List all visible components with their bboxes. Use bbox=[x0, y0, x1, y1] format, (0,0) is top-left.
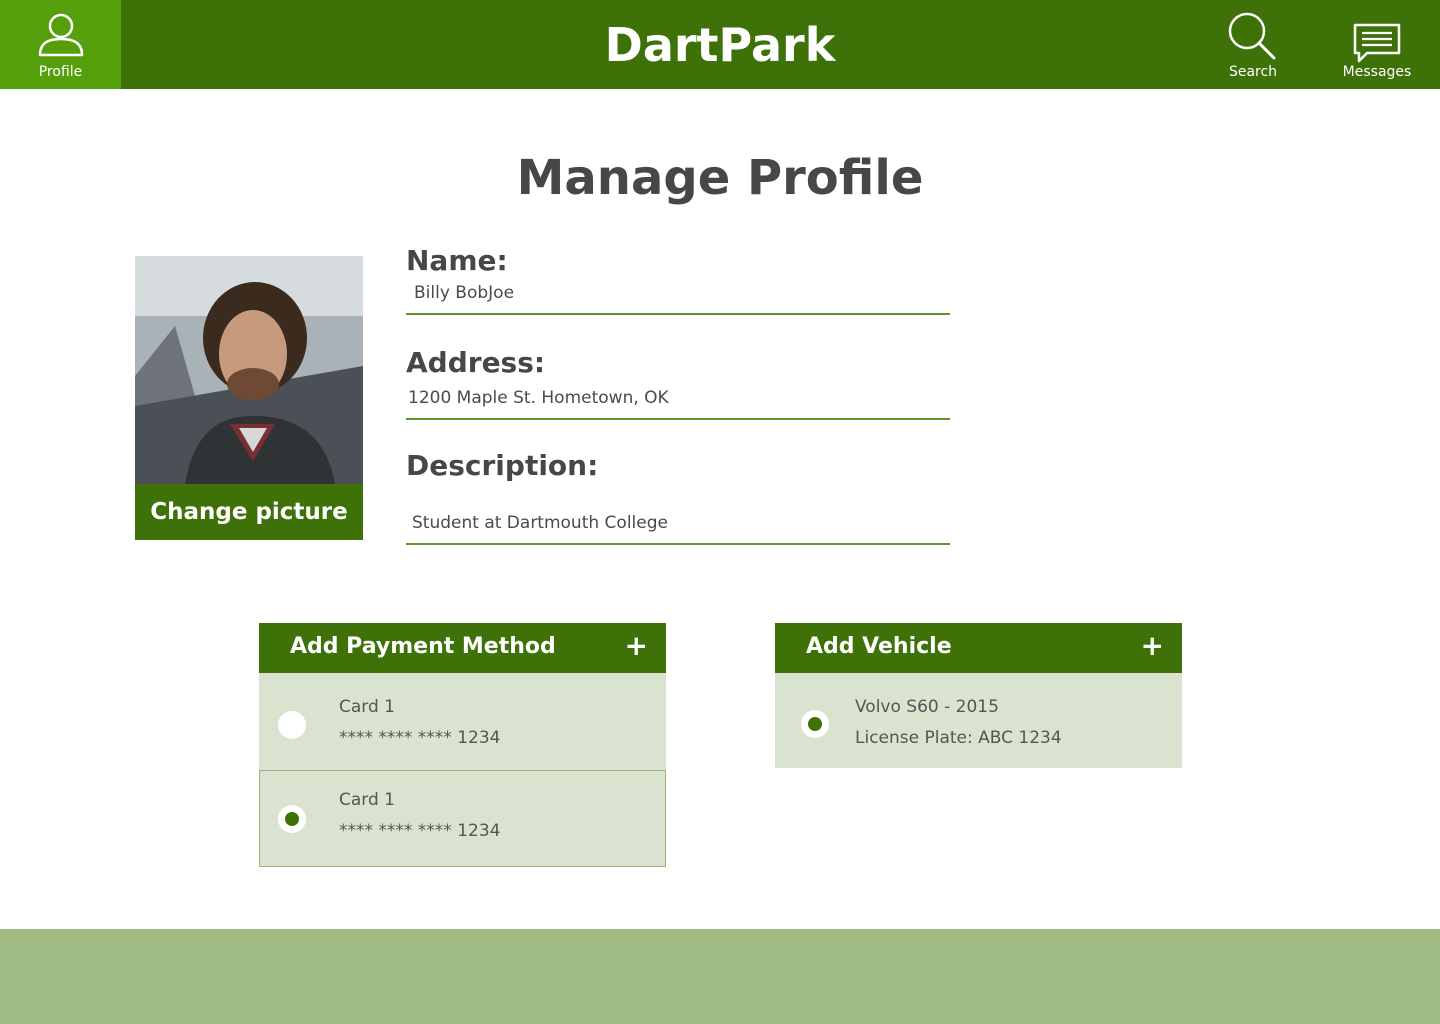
avatar-container: Change picture bbox=[135, 256, 363, 540]
address-label: Address: bbox=[406, 346, 546, 379]
vehicle-name: Volvo S60 - 2015 bbox=[855, 697, 999, 717]
name-field[interactable]: Billy BobJoe bbox=[406, 283, 950, 315]
payment-item[interactable]: Card 1 **** **** **** 1234 bbox=[259, 770, 666, 867]
payment-item[interactable]: Card 1 **** **** **** 1234 bbox=[259, 673, 666, 770]
search-icon bbox=[1228, 12, 1276, 60]
radio-dot bbox=[808, 717, 822, 731]
nav-search-button[interactable]: Search bbox=[1213, 0, 1293, 89]
name-value: Billy BobJoe bbox=[414, 283, 515, 303]
page: Profile DartPark Search Messages Manage … bbox=[0, 0, 1440, 1024]
description-field[interactable]: Student at Dartmouth College bbox=[406, 513, 950, 545]
change-picture-button[interactable]: Change picture bbox=[135, 484, 363, 540]
vehicle-header-title: Add Vehicle bbox=[806, 634, 952, 659]
add-vehicle-button[interactable]: Add Vehicle + bbox=[775, 623, 1182, 673]
payment-card-number: **** **** **** 1234 bbox=[339, 728, 501, 748]
payment-card-name: Card 1 bbox=[339, 697, 395, 717]
page-title: Manage Profile bbox=[516, 150, 924, 206]
address-value: 1200 Maple St. Hometown, OK bbox=[408, 388, 669, 408]
address-field[interactable]: 1200 Maple St. Hometown, OK bbox=[406, 388, 950, 420]
payment-header-title: Add Payment Method bbox=[290, 634, 556, 659]
add-payment-method-button[interactable]: Add Payment Method + bbox=[259, 623, 666, 673]
payment-card-number: **** **** **** 1234 bbox=[339, 821, 501, 841]
avatar-photo bbox=[135, 256, 363, 484]
nav-messages-label: Messages bbox=[1342, 64, 1412, 80]
vehicle-plus-icon: + bbox=[1140, 629, 1164, 662]
payment-radio-selected[interactable] bbox=[278, 805, 306, 833]
nav-messages-button[interactable]: Messages bbox=[1336, 0, 1418, 89]
payment-radio[interactable] bbox=[278, 711, 306, 739]
name-label: Name: bbox=[406, 244, 508, 277]
payment-card-name: Card 1 bbox=[339, 790, 395, 810]
vehicle-item[interactable]: Volvo S60 - 2015 License Plate: ABC 1234 bbox=[775, 673, 1182, 768]
description-value: Student at Dartmouth College bbox=[412, 513, 668, 533]
avatar bbox=[135, 256, 363, 484]
description-label: Description: bbox=[406, 449, 599, 482]
message-icon bbox=[1353, 23, 1401, 63]
footer bbox=[0, 929, 1440, 1024]
nav-search-label: Search bbox=[1228, 64, 1278, 80]
vehicle-radio-selected[interactable] bbox=[801, 710, 829, 738]
payment-plus-icon: + bbox=[624, 629, 648, 662]
top-bar: Profile DartPark Search Messages bbox=[0, 0, 1440, 89]
vehicle-plate: License Plate: ABC 1234 bbox=[855, 728, 1062, 748]
radio-dot bbox=[285, 812, 299, 826]
